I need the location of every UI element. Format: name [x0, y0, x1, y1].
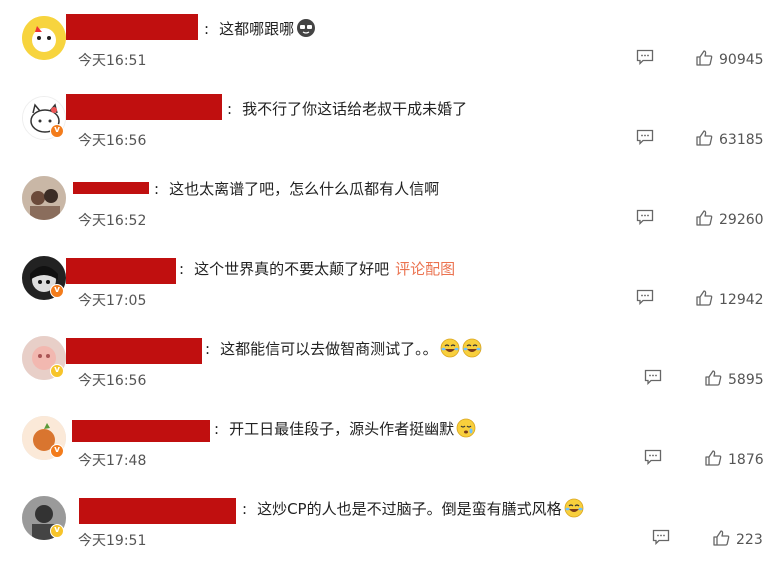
comment-text: : 开工日最佳段子，源头作者挺幽默: [214, 418, 476, 439]
thumbs-up-icon: [695, 49, 713, 71]
like-button[interactable]: 29260: [695, 209, 764, 231]
thumbs-up-icon: [704, 449, 722, 471]
verified-badge: v: [50, 124, 64, 138]
like-count: 1876: [728, 452, 764, 468]
reply-icon[interactable]: [644, 449, 662, 466]
comment-text: : 这都能信可以去做智商测试了。。: [205, 338, 482, 359]
thumbs-up-icon: [704, 369, 722, 391]
thumbs-up-icon: [712, 529, 730, 551]
comment-row: v : 我不行了你这话给老叔干成未婚了 今天16:56 63185: [0, 80, 777, 160]
comment-time: 今天19:51: [78, 533, 147, 549]
reply-icon[interactable]: [636, 289, 654, 306]
comment-text: : 我不行了你这话给老叔干成未婚了: [227, 100, 468, 118]
comment-row: v : 开工日最佳段子，源头作者挺幽默 今天17:48 1876: [0, 400, 777, 480]
tear-face-icon: [456, 418, 476, 438]
redacted-username: [66, 94, 222, 120]
reply-icon[interactable]: [636, 129, 654, 146]
like-count: 63185: [719, 132, 764, 148]
user-avatar[interactable]: [22, 176, 66, 220]
comment-text: : 这也太离谱了吧，怎么什么瓜都有人信啊: [154, 180, 440, 198]
verified-badge: v: [50, 364, 64, 378]
redacted-username: [72, 420, 210, 442]
comment-row: v : 这炒CP的人也是不过脑子。倒是蛮有膳式风格 今天19:51 223: [0, 480, 777, 560]
like-button[interactable]: 12942: [695, 289, 764, 311]
user-avatar[interactable]: [22, 16, 66, 60]
laugh-cry-icon: [462, 338, 482, 358]
cool-face-icon: [296, 18, 316, 38]
comment-row: : 这也太离谱了吧，怎么什么瓜都有人信啊 今天16:52 29260: [0, 160, 777, 240]
like-button[interactable]: 90945: [695, 49, 764, 71]
reply-icon[interactable]: [652, 529, 670, 546]
thumbs-up-icon: [695, 129, 713, 151]
laugh-cry-icon: [564, 498, 584, 518]
reply-icon[interactable]: [644, 369, 662, 386]
comment-time: 今天16:56: [78, 373, 147, 389]
redacted-username: [73, 182, 149, 194]
thumbs-up-icon: [695, 289, 713, 311]
reply-icon[interactable]: [636, 49, 654, 66]
like-button[interactable]: 63185: [695, 129, 764, 151]
like-count: 223: [736, 532, 763, 548]
comment-time: 今天17:48: [78, 453, 147, 469]
comment-text: : 这都哪跟哪: [204, 18, 316, 39]
comment-time: 今天16:56: [78, 133, 147, 149]
like-count: 29260: [719, 212, 764, 228]
comment-text: : 这个世界真的不要太颠了好吧 评论配图: [179, 260, 456, 278]
comment-text: : 这炒CP的人也是不过脑子。倒是蛮有膳式风格: [242, 498, 584, 519]
like-button[interactable]: 1876: [704, 449, 764, 471]
verified-badge: v: [50, 444, 64, 458]
like-count: 12942: [719, 292, 764, 308]
like-count: 5895: [728, 372, 764, 388]
redacted-username: [79, 498, 236, 524]
like-count: 90945: [719, 52, 764, 68]
verified-badge: v: [50, 524, 64, 538]
redacted-username: [66, 338, 202, 364]
comment-time: 今天16:51: [78, 53, 147, 69]
thumbs-up-icon: [695, 209, 713, 231]
comment-time: 今天16:52: [78, 213, 147, 229]
comment-row: : 这都哪跟哪 今天16:51 90945: [0, 0, 777, 80]
comment-row: v : 这都能信可以去做智商测试了。。 今天16:56 5895: [0, 320, 777, 400]
reply-icon[interactable]: [636, 209, 654, 226]
comment-time: 今天17:05: [78, 293, 147, 309]
laugh-cry-icon: [440, 338, 460, 358]
comment-image-link[interactable]: 评论配图: [395, 260, 455, 278]
comment-row: v : 这个世界真的不要太颠了好吧 评论配图 今天17:05 12942: [0, 240, 777, 320]
redacted-username: [66, 258, 176, 284]
like-button[interactable]: 223: [712, 529, 763, 551]
like-button[interactable]: 5895: [704, 369, 764, 391]
verified-badge: v: [50, 284, 64, 298]
redacted-username: [66, 14, 198, 40]
